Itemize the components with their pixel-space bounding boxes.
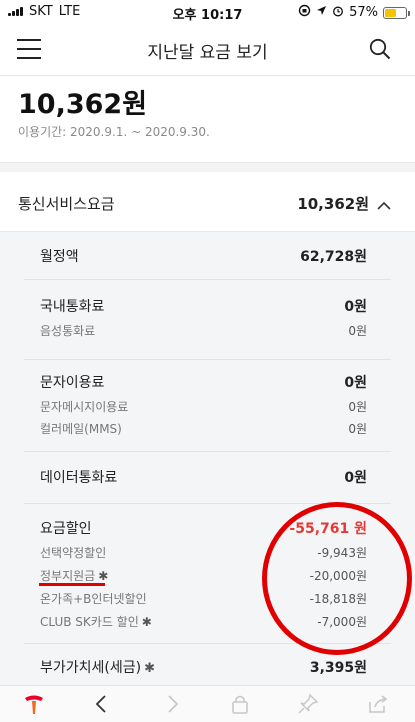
group-value: 0원 xyxy=(344,299,367,315)
section-label: 통신서비스요금 xyxy=(18,195,115,213)
item-label: CLUB SK카드 할인 xyxy=(40,615,139,629)
item-label-gov-support[interactable]: 정부지원금 ✱ xyxy=(40,567,108,584)
charge-group-data: 데이터통화료 0원 xyxy=(24,452,391,504)
status-bar: SKT LTE 오후 10:17 57% xyxy=(0,0,415,24)
group-label: 데이터통화료 xyxy=(40,470,118,486)
item-label: 음성통화료 xyxy=(40,324,96,338)
group-label: 부가가치세(세금) xyxy=(40,660,142,676)
item-label: 정부지원금 xyxy=(40,569,96,583)
battery-icon xyxy=(383,6,410,19)
charge-group-sms: 문자이용료 0원 문자메시지이용료 0원 컬러메일(MMS) 0원 xyxy=(24,360,391,452)
charge-group-monthly: 월정액 62,728원 xyxy=(24,232,391,280)
battery-level xyxy=(385,8,397,17)
info-star-icon[interactable]: ✱ xyxy=(144,661,155,676)
item-value: 0원 xyxy=(348,422,367,436)
vat-label-wrap[interactable]: 부가가치세(세금) ✱ xyxy=(40,657,155,677)
service-charge-header[interactable]: 통신서비스요금 10,362원 xyxy=(0,172,415,232)
back-arrow-icon[interactable] xyxy=(90,692,114,716)
item-label-club-card[interactable]: CLUB SK카드 할인 ✱ xyxy=(40,613,152,630)
bill-summary: 10,362원 이용기간: 2020.9.1. ~ 2020.9.30. xyxy=(0,76,415,162)
lock-icon[interactable] xyxy=(228,692,252,716)
rotation-lock-icon xyxy=(298,4,311,21)
usage-period: 이용기간: 2020.9.1. ~ 2020.9.30. xyxy=(18,125,210,139)
group-value: 0원 xyxy=(344,375,367,391)
share-icon[interactable] xyxy=(366,692,390,716)
pin-icon[interactable] xyxy=(296,692,320,716)
item-label: 온가족+B인터넷할인 xyxy=(40,592,147,606)
status-right: 57% xyxy=(298,4,410,21)
t-logo-icon[interactable] xyxy=(22,692,46,716)
section-divider xyxy=(0,162,415,172)
location-icon xyxy=(316,5,327,20)
group-value: 62,728원 xyxy=(300,249,367,265)
alarm-icon xyxy=(332,5,344,21)
group-label: 국내통화료 xyxy=(40,299,105,315)
section-amount: 10,362원 xyxy=(297,195,369,213)
red-underline-annotation xyxy=(39,583,105,586)
item-value: 0원 xyxy=(348,400,367,414)
info-star-icon[interactable]: ✱ xyxy=(98,569,108,583)
charge-group-domestic-call: 국내통화료 0원 음성통화료 0원 xyxy=(24,280,391,360)
search-icon[interactable] xyxy=(369,38,391,60)
group-value: 0원 xyxy=(344,470,367,486)
item-label: 컬러메일(MMS) xyxy=(40,422,122,436)
total-amount: 10,362원 xyxy=(18,89,148,120)
group-value: 3,395원 xyxy=(309,660,367,676)
group-label: 요금할인 xyxy=(40,521,92,537)
item-value: 0원 xyxy=(348,324,367,338)
group-label: 월정액 xyxy=(40,249,79,265)
forward-arrow-icon[interactable] xyxy=(160,692,184,716)
bottom-toolbar xyxy=(0,685,415,722)
group-label: 문자이용료 xyxy=(40,375,105,391)
info-star-icon[interactable]: ✱ xyxy=(142,615,152,629)
page-title: 지난달 요금 보기 xyxy=(147,43,268,63)
item-label: 문자메시지이용료 xyxy=(40,400,129,414)
app-header: 지난달 요금 보기 xyxy=(0,24,415,76)
chevron-up-icon[interactable] xyxy=(377,196,391,210)
battery-percent: 57% xyxy=(349,5,378,20)
item-label: 선택약정할인 xyxy=(40,546,107,560)
red-circle-annotation xyxy=(262,502,412,655)
